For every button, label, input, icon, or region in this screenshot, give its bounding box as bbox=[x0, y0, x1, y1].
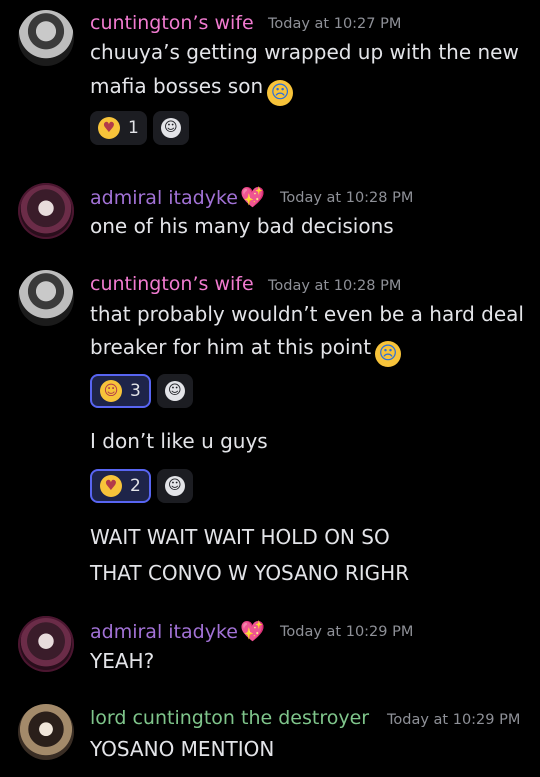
avatar[interactable] bbox=[18, 10, 74, 66]
reaction-count: 2 bbox=[130, 476, 141, 496]
author-name-text: admiral itadyke bbox=[90, 187, 238, 209]
author-name[interactable]: lord cuntington the destroyer bbox=[90, 707, 369, 729]
avatar[interactable] bbox=[18, 270, 74, 326]
avatar[interactable] bbox=[18, 616, 74, 672]
timestamp: Today at 10:28 PM bbox=[280, 190, 414, 206]
message-text-part: breaker for him at this point bbox=[90, 335, 372, 359]
message-text: YOSANO MENTION bbox=[90, 737, 275, 761]
message-text: YEAH? bbox=[90, 649, 155, 673]
sparkling-heart-icon: 💖 bbox=[239, 185, 265, 209]
reaction-count: 3 bbox=[130, 381, 141, 401]
reaction-bar: ♥ 2 ☺ bbox=[90, 469, 193, 503]
sparkling-heart-icon: 💖 bbox=[239, 619, 265, 643]
smiling-face-icon: ☺ bbox=[100, 380, 122, 402]
add-reaction-button[interactable]: ☺ bbox=[152, 111, 189, 145]
author-name[interactable]: admiral itadyke 💖 bbox=[90, 185, 265, 209]
loudly-crying-face-icon: ☹ bbox=[267, 80, 294, 106]
smiling-face-with-hearts-icon: ♥ bbox=[98, 117, 120, 139]
reaction-button[interactable]: ♥ 2 bbox=[90, 469, 151, 503]
message-text: WAIT WAIT WAIT HOLD ON SO bbox=[90, 525, 390, 549]
message-text: that probably wouldn’t even be a hard de… bbox=[90, 302, 524, 326]
timestamp: Today at 10:29 PM bbox=[387, 712, 521, 728]
message-text: I don’t like u guys bbox=[90, 429, 268, 453]
timestamp: Today at 10:28 PM bbox=[268, 278, 402, 294]
add-reaction-icon: ☺ bbox=[160, 118, 181, 138]
add-reaction-icon: ☺ bbox=[164, 476, 185, 496]
reaction-count: 1 bbox=[128, 118, 139, 138]
message-text: mafia bosses son ☹ bbox=[90, 74, 294, 106]
face-blowing-kiss-icon: ♥ bbox=[100, 475, 122, 497]
author-name[interactable]: admiral itadyke 💖 bbox=[90, 619, 265, 643]
avatar[interactable] bbox=[18, 704, 74, 760]
message-text: breaker for him at this point ☹ bbox=[90, 335, 402, 367]
message-text: THAT CONVO W YOSANO RIGHR bbox=[90, 561, 410, 585]
message-text: one of his many bad decisions bbox=[90, 214, 394, 238]
timestamp: Today at 10:27 PM bbox=[268, 16, 402, 32]
message-text: chuuya’s getting wrapped up with the new bbox=[90, 40, 519, 64]
message-text-part: mafia bosses son bbox=[90, 74, 264, 98]
add-reaction-button[interactable]: ☺ bbox=[156, 469, 193, 503]
avatar[interactable] bbox=[18, 183, 74, 239]
loudly-crying-face-icon: ☹ bbox=[375, 341, 402, 367]
reaction-button[interactable]: ♥ 1 bbox=[90, 111, 147, 145]
reaction-bar: ☺ 3 ☺ bbox=[90, 374, 193, 408]
timestamp: Today at 10:29 PM bbox=[280, 624, 414, 640]
add-reaction-button[interactable]: ☺ bbox=[156, 374, 193, 408]
author-name-text: admiral itadyke bbox=[90, 621, 238, 643]
reaction-bar: ♥ 1 ☺ bbox=[90, 111, 189, 145]
author-name[interactable]: cuntington’s wife bbox=[90, 12, 254, 34]
add-reaction-icon: ☺ bbox=[164, 381, 185, 401]
author-name[interactable]: cuntington’s wife bbox=[90, 273, 254, 295]
reaction-button[interactable]: ☺ 3 bbox=[90, 374, 151, 408]
